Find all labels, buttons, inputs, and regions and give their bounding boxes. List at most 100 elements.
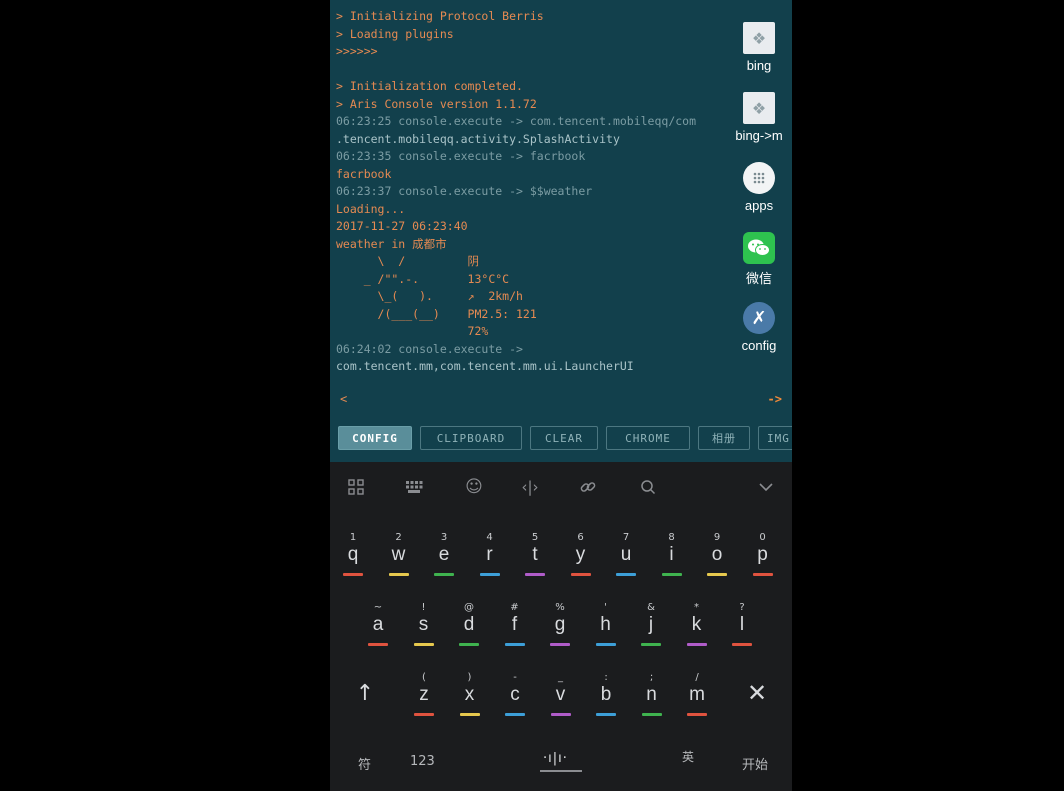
key-n[interactable]: ; n [632, 672, 672, 726]
console-line: Loading... [336, 201, 406, 216]
key-symbol: ! [421, 602, 426, 613]
search-icon[interactable] [634, 474, 662, 500]
key-g[interactable]: % g [540, 602, 580, 656]
console-line: weather in 成都市 [336, 236, 447, 251]
bing-m-icon: ❖ [743, 92, 775, 124]
key-color-bar [459, 643, 479, 646]
key-r[interactable]: 4r [470, 532, 510, 586]
key-z[interactable]: (z [404, 672, 444, 726]
shortcut-apps[interactable]: apps [726, 162, 792, 213]
console-line: \_( ). ↗ 2km/h [336, 289, 523, 303]
shortcut-bing[interactable]: ❖ bing [726, 22, 792, 73]
numbers-key[interactable]: 123 [410, 754, 435, 769]
key-letter: h [600, 614, 611, 635]
key-symbol: 0 [759, 532, 766, 543]
console-panel[interactable]: > Initializing Protocol Berris > Loading … [330, 0, 792, 418]
link-icon[interactable] [574, 474, 602, 500]
key-letter: w [391, 544, 406, 565]
key-f[interactable]: # f [495, 602, 535, 656]
keyboard-icon[interactable] [400, 474, 428, 500]
key-symbol: 1 [349, 532, 357, 543]
key-letter: y [575, 544, 586, 565]
key-letter: e [438, 544, 450, 565]
key-color-bar [661, 573, 682, 576]
space-voice-key[interactable]: ·ı|ı· [543, 751, 568, 766]
shortcut-bing-m[interactable]: ❖ bing->m [726, 92, 792, 143]
emoji-icon[interactable]: ☺ [460, 474, 488, 500]
space-bar-indicator [540, 770, 582, 772]
prompt-left-arrow[interactable]: < [340, 392, 347, 406]
toolbar-clear-button[interactable]: CLEAR [530, 426, 598, 450]
shift-key[interactable]: ↑ [343, 673, 387, 713]
console-prompt[interactable]: < -> [330, 392, 792, 410]
key-u[interactable]: 7u [606, 532, 646, 586]
key-letter: f [511, 614, 518, 635]
key-h[interactable]: ' h [586, 602, 626, 656]
key-color-bar [616, 573, 636, 576]
shortcut-wechat[interactable]: 微信 [726, 232, 792, 287]
key-w[interactable]: 2w [379, 532, 419, 586]
key-a[interactable]: ~ a [358, 602, 398, 656]
cursor-icon[interactable]: ‹|› [516, 474, 544, 500]
bing-icon: ❖ [743, 22, 775, 54]
key-s[interactable]: ! s [404, 602, 444, 656]
key-symbol: @ [464, 602, 474, 613]
key-t[interactable]: 5t [515, 532, 555, 586]
key-l[interactable]: ? l [722, 602, 762, 656]
prompt-right-arrow[interactable]: -> [768, 392, 782, 406]
key-k[interactable]: * k [677, 602, 717, 656]
key-b[interactable]: :b [586, 672, 626, 726]
key-letter: m [689, 684, 705, 705]
key-color-bar [641, 643, 661, 646]
key-color-bar [641, 713, 662, 716]
key-o[interactable]: 9o [697, 532, 737, 586]
key-letter: q [347, 544, 359, 565]
console-line: 72% [336, 324, 489, 338]
key-v[interactable]: _ v [541, 672, 581, 726]
key-symbol: 2 [395, 532, 402, 543]
key-j[interactable]: & j [631, 602, 671, 656]
key-symbol: 4 [486, 532, 493, 543]
key-color-bar [413, 643, 434, 646]
language-switch-key[interactable]: 英 [682, 748, 694, 765]
keyboard-toolbar: ☺ ‹|› [330, 462, 792, 512]
toolbar-config-button[interactable]: CONFIG [338, 426, 412, 450]
key-q[interactable]: 1q [333, 532, 373, 586]
key-e[interactable]: 3e [424, 532, 464, 586]
key-color-bar [570, 573, 591, 576]
apps-icon [743, 162, 775, 194]
key-c[interactable]: -c [495, 672, 535, 726]
key-letter: c [510, 684, 520, 705]
key-i[interactable]: 8i [652, 532, 692, 586]
key-symbol: _ [558, 672, 563, 683]
collapse-icon[interactable] [752, 474, 780, 500]
key-m[interactable]: / m [677, 672, 717, 726]
key-symbol: 8 [668, 532, 675, 543]
grid-icon[interactable] [342, 474, 370, 500]
toolbar-chrome-button[interactable]: CHROME [606, 426, 690, 450]
key-d[interactable]: @ d [449, 602, 489, 656]
toolbar-img-button[interactable]: IMG [758, 426, 792, 450]
go-key[interactable]: 开始 [742, 754, 768, 773]
key-color-bar [479, 573, 500, 576]
console-line: .tencent.mobileqq.activity.SplashActivit… [336, 131, 620, 146]
shortcut-label: config [741, 338, 777, 353]
key-x[interactable]: ) x [450, 672, 490, 726]
key-color-bar [459, 713, 480, 716]
key-letter: t [532, 544, 538, 565]
key-symbol: ~ [373, 602, 383, 613]
key-color-bar [434, 573, 454, 576]
key-p[interactable]: 0p [743, 532, 783, 586]
soft-keyboard: ☺ ‹|› 1q2w3e4r5t6y7u8i9o0p ~ a! s @ d # f% g ' h & [330, 462, 792, 791]
shortcut-config[interactable]: ✗ config [726, 302, 792, 353]
delete-key[interactable]: ✕ [735, 673, 779, 713]
console-line: 06:23:35 console.execute -> facrbook [336, 149, 586, 163]
console-line: > Aris Console version 1.1.72 [336, 96, 537, 111]
key-symbol: - [513, 672, 517, 683]
key-y[interactable]: 6y [561, 532, 601, 586]
symbols-key[interactable]: 符 [358, 754, 371, 773]
console-log: > Initializing Protocol Berris > Loading … [336, 8, 792, 376]
key-symbol: : [604, 672, 608, 683]
toolbar-clipboard-button[interactable]: CLIPBOARD [420, 426, 522, 450]
toolbar-album-button[interactable]: 相册 [698, 426, 750, 450]
